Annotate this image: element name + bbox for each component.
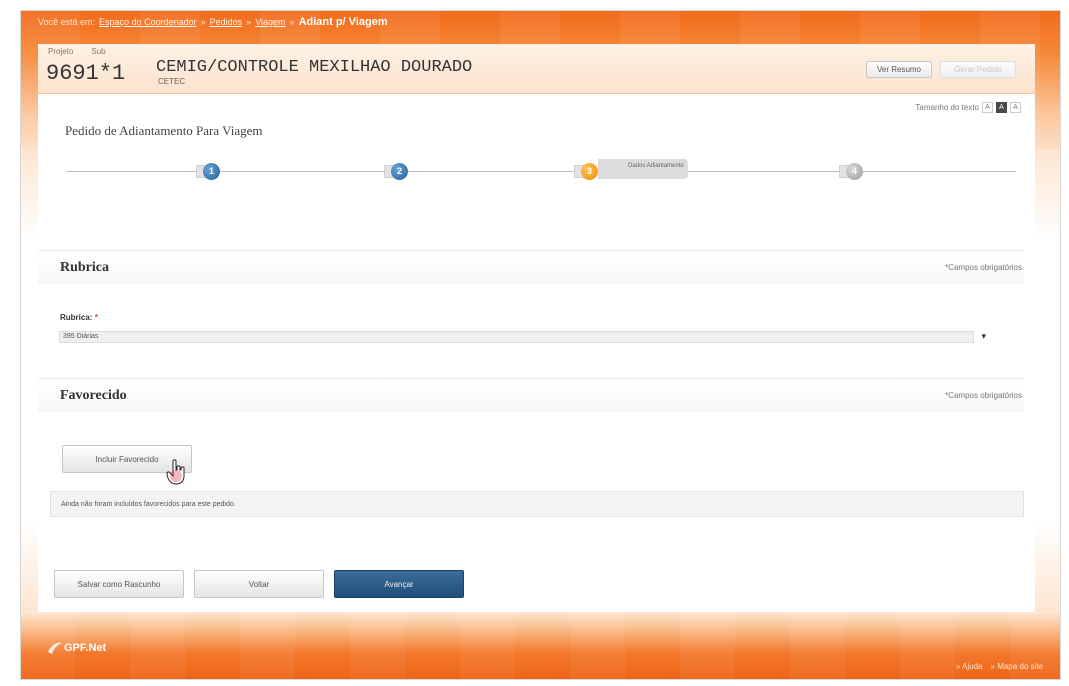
hand-cursor-icon [166, 459, 185, 485]
text-size-large[interactable]: A [1010, 102, 1021, 113]
text-size-medium[interactable]: A [996, 102, 1007, 113]
favorecido-section-header: Favorecido *Campos obrigatórios [38, 378, 1024, 412]
project-name: CEMIG/CONTROLE MEXILHAO DOURADO [156, 58, 473, 77]
side-decoration [20, 150, 38, 612]
page-title: Pedido de Adiantamento Para Viagem [65, 123, 263, 138]
text-size-label: Tamanho do texto [915, 103, 979, 112]
rubrica-selected-value: 395 Diárias [63, 333, 99, 340]
rubrica-field-label: Rubrica: * [60, 313, 98, 322]
required-note: *Campos obrigatórios [945, 263, 1022, 272]
breadcrumb-separator: » [200, 17, 206, 27]
text-size-small[interactable]: A [982, 102, 993, 113]
breadcrumb-separator: » [289, 17, 295, 27]
required-note: *Campos obrigatórios [945, 391, 1022, 400]
breadcrumb-current: Adiant p/ Viagem [298, 16, 388, 28]
footer-link-help[interactable]: » Ajuda [956, 662, 983, 671]
required-mark: * [94, 313, 98, 322]
empty-beneficiaries-message: Ainda não foram incluídos favorecidos pa… [50, 491, 1024, 517]
view-summary-button[interactable]: Ver Resumo [866, 61, 932, 78]
wizard-step-3: 3 [574, 160, 598, 182]
footer-links: » Ajuda » Mapa do site [956, 662, 1043, 671]
breadcrumb: Você está em: Espaço do Coordenador » Pe… [38, 16, 388, 28]
wizard-step-3-label: Dados Adiantamento [598, 159, 688, 179]
sub-label: Sub [91, 47, 106, 56]
step-1-icon: 1 [203, 162, 220, 180]
logo-text: GPF.Net [64, 642, 107, 654]
rubrica-section-title: Rubrica [60, 260, 109, 275]
back-button[interactable]: Voltar [194, 570, 324, 598]
logo-swoosh-icon [48, 642, 62, 654]
dropdown-arrow-icon[interactable]: ▾ [981, 331, 986, 341]
breadcrumb-link-orders[interactable]: Pedidos [210, 17, 243, 27]
breadcrumb-separator: » [246, 17, 252, 27]
breadcrumb-prefix: Você está em: [38, 17, 96, 27]
breadcrumb-link-coordinator[interactable]: Espaço do Coordenador [99, 17, 197, 27]
gpf-logo: GPF.Net [48, 642, 106, 654]
generate-order-button[interactable]: Gerar Pedido [940, 61, 1016, 78]
footer-band: GPF.Net » Ajuda » Mapa do site [20, 612, 1061, 680]
wizard-step-1: 1 [196, 160, 220, 182]
step-3-icon: 3 [581, 162, 598, 180]
wizard-step-4: 4 [839, 160, 863, 182]
next-button[interactable]: Avançar [334, 570, 464, 598]
rubrica-section-header: Rubrica *Campos obrigatórios [38, 250, 1024, 284]
step-2-icon: 2 [391, 162, 408, 180]
project-number: 9691*1 [46, 61, 126, 86]
footer-link-sitemap[interactable]: » Mapa do site [991, 662, 1043, 671]
project-header: Projeto Sub 9691*1 CEMIG/CONTROLE MEXILH… [38, 44, 1035, 94]
wizard-step-2: 2 [384, 160, 408, 182]
project-label: Projeto [48, 47, 74, 56]
rubrica-select[interactable]: 395 Diárias ▾ [59, 331, 986, 343]
step-4-icon: 4 [846, 162, 863, 180]
project-org: CETEC [158, 77, 186, 86]
favorecido-section-title: Favorecido [60, 388, 127, 403]
text-size-control: Tamanho do texto A A A [915, 102, 1021, 113]
save-draft-button[interactable]: Salvar como Rascunho [54, 570, 184, 598]
side-decoration [1035, 150, 1061, 612]
breadcrumb-link-travel[interactable]: Viagem [255, 17, 285, 27]
main-panel: Tamanho do texto A A A Pedido de Adianta… [38, 94, 1035, 634]
